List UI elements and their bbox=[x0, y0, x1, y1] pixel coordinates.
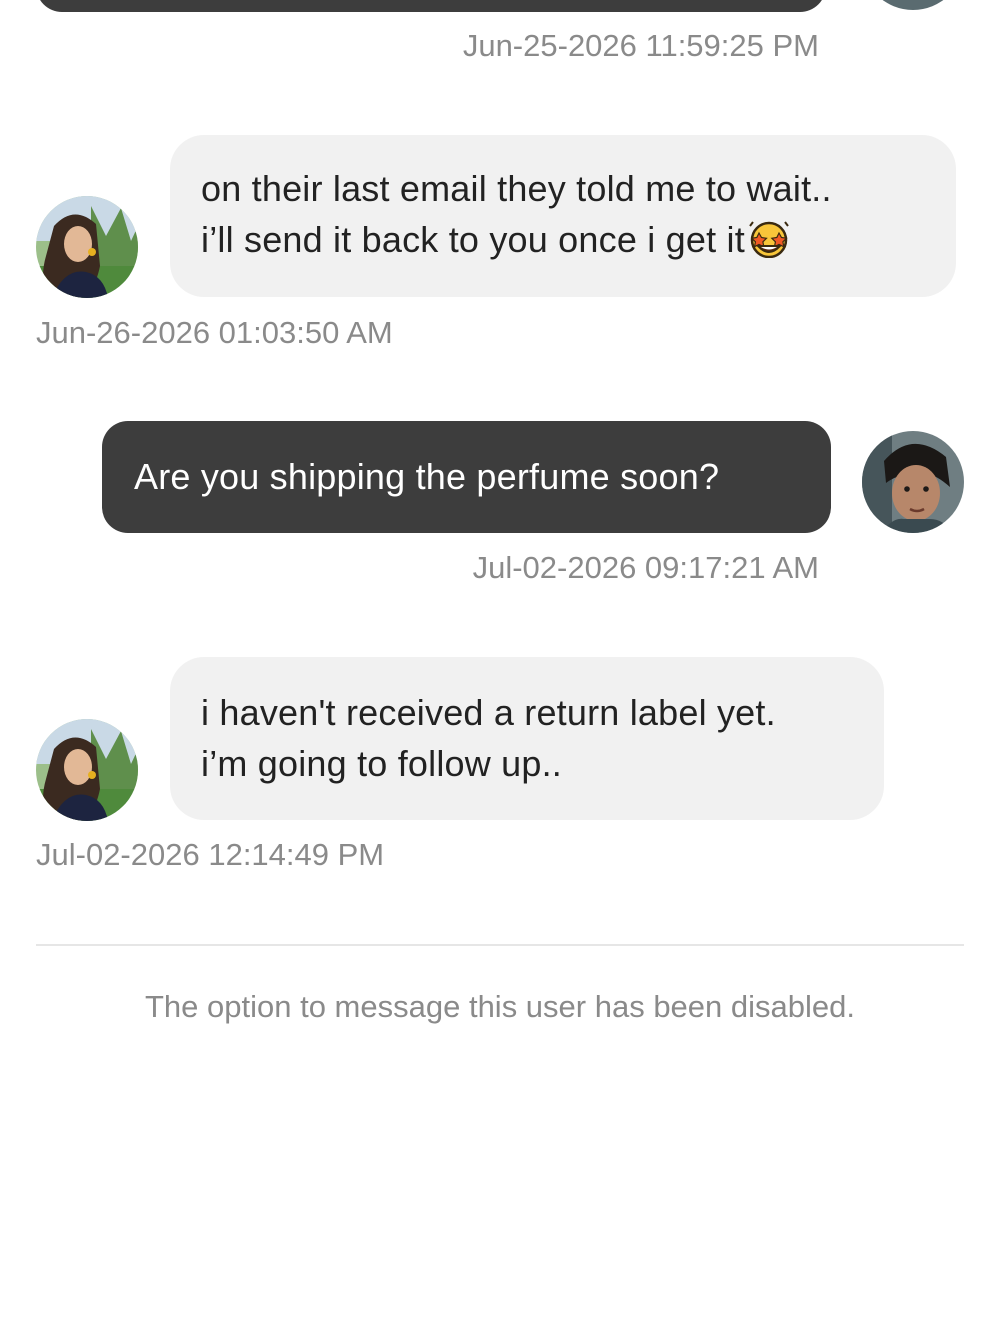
avatar-image bbox=[862, 0, 964, 10]
message-bubble-outgoing[interactable]: Are you shipping the perfume soon? bbox=[102, 421, 831, 533]
avatar-image bbox=[862, 431, 964, 533]
message-bubble-incoming[interactable]: i haven't received a return label yet. i… bbox=[170, 657, 884, 820]
star-struck-emoji-icon bbox=[746, 218, 792, 271]
recipient-avatar[interactable] bbox=[36, 196, 138, 298]
avatar-image bbox=[36, 719, 138, 821]
message-text-line: i’m going to follow up.. bbox=[201, 743, 562, 784]
recipient-avatar[interactable] bbox=[36, 719, 138, 821]
message-text-line: Are you shipping the perfume soon? bbox=[134, 456, 720, 497]
message-bubble-outgoing[interactable] bbox=[36, 0, 826, 12]
sender-avatar[interactable] bbox=[862, 431, 964, 533]
messaging-disabled-notice: The option to message this user has been… bbox=[144, 989, 855, 1024]
message-text-line: i haven't received a return label yet. bbox=[201, 692, 776, 733]
divider bbox=[36, 944, 964, 946]
avatar-image bbox=[36, 196, 138, 298]
message-timestamp: Jul-02-2026 12:14:49 PM bbox=[36, 837, 385, 872]
message-timestamp: Jul-02-2026 09:17:21 AM bbox=[472, 550, 819, 585]
message-timestamp: Jun-25-2026 11:59:25 PM bbox=[462, 28, 819, 63]
message-text-line: on their last email they told me to wait… bbox=[201, 168, 832, 209]
message-text-line: i’ll send it back to you once i get it bbox=[201, 214, 926, 271]
message-bubble-incoming[interactable]: on their last email they told me to wait… bbox=[170, 135, 956, 297]
sender-avatar[interactable] bbox=[862, 0, 964, 10]
message-timestamp: Jun-26-2026 01:03:50 AM bbox=[36, 315, 393, 350]
